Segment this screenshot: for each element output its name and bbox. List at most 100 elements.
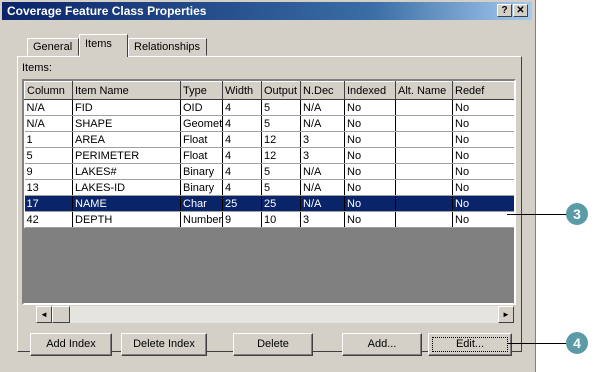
column-header[interactable]: Column: [24, 81, 73, 100]
column-header[interactable]: Type: [180, 81, 223, 100]
column-header[interactable]: Indexed: [344, 81, 396, 100]
scroll-right-icon[interactable]: ►: [498, 306, 514, 323]
table-cell: DEPTH: [72, 211, 181, 228]
table-cell: [395, 131, 453, 148]
table-cell: No: [344, 179, 396, 196]
properties-dialog: Coverage Feature Class Properties ? ✕ Ge…: [0, 0, 536, 372]
add-index-button[interactable]: Add Index: [30, 333, 112, 356]
help-button[interactable]: ?: [497, 4, 512, 17]
table-cell: 5: [261, 99, 301, 116]
table-cell: [395, 147, 453, 164]
table-cell: 1: [24, 131, 73, 148]
table-cell: [395, 163, 453, 180]
table-cell: No: [452, 131, 514, 148]
table-cell: 3: [300, 131, 345, 148]
table-cell: 12: [261, 147, 301, 164]
table-cell: N/A: [300, 195, 345, 212]
items-label: Items:: [22, 62, 52, 74]
table-cell: No: [452, 99, 514, 116]
table-cell: LAKES-ID: [72, 179, 181, 196]
table-cell: 12: [261, 131, 301, 148]
table-cell: Float: [180, 131, 223, 148]
close-button[interactable]: ✕: [513, 4, 528, 17]
table-cell: N/A: [300, 115, 345, 132]
table-cell: [395, 99, 453, 116]
table-cell: 5: [261, 179, 301, 196]
table-cell: [395, 211, 453, 228]
table-cell: FID: [72, 99, 181, 116]
table-cell: 13: [24, 179, 73, 196]
callout-marker-4: 4: [566, 332, 588, 354]
window-title: Coverage Feature Class Properties: [7, 4, 207, 18]
table-cell: 5: [261, 163, 301, 180]
table-cell: No: [344, 99, 396, 116]
column-header[interactable]: Redef: [452, 81, 514, 100]
table-row[interactable]: 5 PERIMETER Float 4 12 3 No No: [24, 147, 514, 164]
column-header[interactable]: Item Name: [72, 81, 181, 100]
scroll-thumb[interactable]: [52, 306, 70, 323]
table-cell: Geometry: [180, 115, 223, 132]
column-header[interactable]: Alt. Name: [395, 81, 453, 100]
table-cell: 9: [24, 163, 73, 180]
callout-marker-3: 3: [566, 203, 588, 225]
delete-index-button[interactable]: Delete Index: [121, 333, 207, 356]
table-cell: 3: [300, 147, 345, 164]
table-cell: 4: [222, 147, 262, 164]
delete-button[interactable]: Delete: [233, 333, 313, 356]
table-row[interactable]: 1 AREA Float 4 12 3 No No: [24, 131, 514, 148]
table-cell: No: [452, 195, 514, 212]
table-cell: SHAPE: [72, 115, 181, 132]
table-row[interactable]: 42 DEPTH Number 9 10 3 No No: [24, 211, 514, 228]
tab-general[interactable]: General: [27, 38, 80, 56]
horizontal-scrollbar[interactable]: ◄ ►: [36, 306, 514, 323]
table-cell: 25: [222, 195, 262, 212]
table-cell: NAME: [72, 195, 181, 212]
edit-button[interactable]: Edit...: [428, 333, 512, 356]
table-row[interactable]: 17 NAME Char 25 25 N/A No No: [24, 195, 514, 212]
table-cell: No: [452, 147, 514, 164]
table-cell: 5: [24, 147, 73, 164]
table-cell: No: [452, 163, 514, 180]
table-cell: 4: [222, 99, 262, 116]
column-header[interactable]: Width: [222, 81, 262, 100]
table-cell: 9: [222, 211, 262, 228]
table-cell: 3: [300, 211, 345, 228]
items-grid[interactable]: Column Item Name Type Width Output N.Dec Index…: [22, 79, 516, 305]
table-cell: No: [344, 131, 396, 148]
add-button[interactable]: Add...: [342, 333, 422, 356]
tab-relationships[interactable]: Relationships: [128, 38, 208, 56]
callout-line-4: [507, 343, 567, 344]
table-cell: No: [452, 115, 514, 132]
table-cell: LAKES#: [72, 163, 181, 180]
table-cell: [395, 195, 453, 212]
table-cell: N/A: [24, 99, 73, 116]
table-cell: No: [344, 211, 396, 228]
table-cell: N/A: [300, 163, 345, 180]
title-bar: Coverage Feature Class Properties ? ✕: [2, 2, 532, 20]
table-row[interactable]: N/A FID OID 4 5 N/A No No: [24, 99, 514, 116]
table-cell: No: [344, 195, 396, 212]
table-row[interactable]: N/ASHAPEGeometry45N/ANoNo: [24, 115, 514, 132]
table-cell: N/A: [300, 179, 345, 196]
table-cell: Float: [180, 147, 223, 164]
column-header[interactable]: Output: [261, 81, 301, 100]
table-cell: 25: [261, 195, 301, 212]
table-cell: 10: [261, 211, 301, 228]
table-cell: 4: [222, 131, 262, 148]
table-cell: OID: [180, 99, 223, 116]
table-cell: N/A: [24, 115, 73, 132]
table-cell: [395, 179, 453, 196]
column-header[interactable]: N.Dec: [300, 81, 345, 100]
table-cell: Char: [180, 195, 223, 212]
table-cell: No: [344, 163, 396, 180]
table-cell: [395, 115, 453, 132]
scroll-left-icon[interactable]: ◄: [36, 306, 52, 323]
table-row[interactable]: 9 LAKES# Binary 4 5 N/A No No: [24, 163, 514, 180]
table-row[interactable]: 13 LAKES-ID Binary 4 5 N/A No No: [24, 179, 514, 196]
tab-items[interactable]: Items: [79, 34, 128, 57]
callout-line-3: [507, 214, 567, 215]
table-cell: 5: [261, 115, 301, 132]
items-table[interactable]: Column Item Name Type Width Output N.Dec Index…: [24, 81, 514, 228]
table-cell: 4: [222, 179, 262, 196]
table-cell: 4: [222, 115, 262, 132]
